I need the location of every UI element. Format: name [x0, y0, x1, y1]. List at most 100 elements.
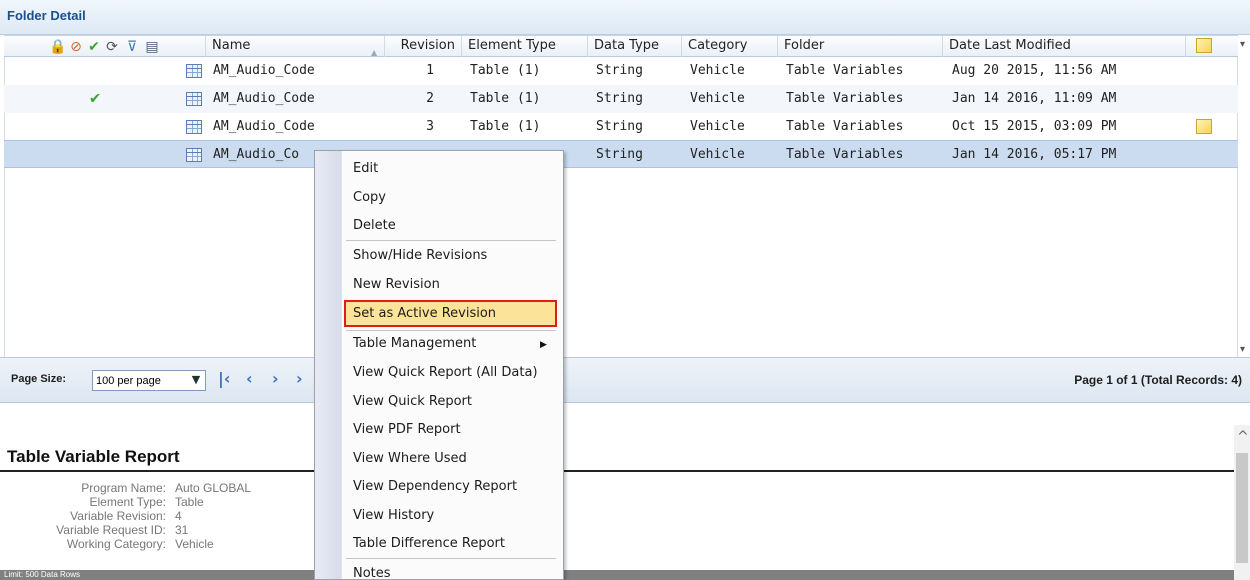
menu-item-copy[interactable]: Copy	[353, 190, 386, 205]
col-header-element-type[interactable]: Element Type	[461, 36, 587, 57]
row-element-type: Table (1)	[470, 63, 541, 78]
row-category: Vehicle	[690, 63, 745, 78]
field-value-element-type: Table	[175, 495, 204, 509]
menu-item-edit[interactable]: Edit	[353, 161, 378, 176]
row-element-type: Table (1)	[470, 91, 541, 106]
table-icon	[186, 92, 202, 106]
row-category: Vehicle	[690, 147, 745, 162]
note-icon[interactable]	[1196, 119, 1212, 134]
row-folder: Table Variables	[786, 119, 904, 134]
row-date: Oct 15 2015, 03:09 PM	[952, 119, 1117, 134]
row-name: AM_Audio_Code	[213, 91, 315, 106]
row-element-type: Table (1)	[470, 119, 541, 134]
report-field-values: Auto GLOBAL Table 4 31 Vehicle	[175, 481, 251, 551]
menu-item-view-history[interactable]: View History	[353, 508, 434, 523]
field-value-working-category: Vehicle	[175, 537, 214, 551]
row-revision: 1	[426, 63, 434, 78]
row-revision: 3	[426, 119, 434, 134]
row-name: AM_Audio_Code	[213, 63, 315, 78]
table-icon	[186, 64, 202, 78]
menu-item-view-pdf-report[interactable]: View PDF Report	[353, 422, 461, 437]
table-row[interactable]: AM_Audio_Code 3 Table (1) String Vehicle…	[4, 113, 1238, 141]
col-header-category[interactable]: Category	[681, 36, 777, 57]
pager-bar: Page Size: 100 per page ▼ |‹ ‹ › › Page …	[0, 357, 1250, 403]
field-value-program-name: Auto GLOBAL	[175, 481, 252, 495]
row-date: Aug 20 2015, 11:56 AM	[952, 63, 1117, 78]
col-header-folder[interactable]: Folder	[777, 36, 942, 57]
col-header-revision[interactable]: Revision	[384, 36, 461, 57]
menu-separator	[346, 558, 556, 559]
row-category: Vehicle	[690, 119, 745, 134]
note-header-icon	[1196, 38, 1212, 53]
last-page-icon[interactable]: ›	[296, 369, 303, 388]
columns-icon[interactable]: ▤	[144, 39, 160, 55]
col-header-data-type[interactable]: Data Type	[587, 36, 681, 57]
row-folder: Table Variables	[786, 91, 904, 106]
grid-scrollbar[interactable]: ▾ ▾	[1238, 35, 1250, 357]
refresh-icon[interactable]: ⟳	[104, 39, 120, 55]
menu-item-view-where-used[interactable]: View Where Used	[353, 451, 467, 466]
row-date: Jan 14 2016, 05:17 PM	[952, 147, 1117, 162]
active-revision-check-icon: ✔	[90, 88, 101, 108]
menu-item-view-quick-report[interactable]: View Quick Report	[353, 394, 472, 409]
menu-item-notes[interactable]: Notes	[353, 566, 391, 580]
report-scrollbar[interactable]: ^	[1234, 425, 1250, 580]
page-size-label: Page Size:	[11, 373, 67, 385]
field-label-working-category: Working Category:	[66, 537, 166, 551]
table-row[interactable]: ✔ AM_Audio_Code 2 Table (1) String Vehic…	[4, 85, 1238, 113]
limit-bar: Limit: 500 Data Rows	[0, 570, 1234, 580]
menu-item-delete[interactable]: Delete	[353, 218, 396, 233]
menu-item-set-active-revision[interactable]: Set as Active Revision	[353, 306, 496, 321]
prev-page-icon[interactable]: ‹	[246, 369, 253, 388]
menu-separator	[346, 240, 556, 241]
active-check-icon[interactable]: ✔	[86, 39, 102, 55]
table-icon	[186, 120, 202, 134]
col-header-name[interactable]: Name ▲	[205, 36, 384, 57]
col-header-notes[interactable]	[1185, 36, 1238, 57]
unlink-icon[interactable]: ⊘	[68, 39, 84, 55]
page-size-select[interactable]: 100 per page	[92, 370, 206, 391]
row-data-type: String	[596, 63, 643, 78]
row-data-type: String	[596, 91, 643, 106]
row-data-type: String	[596, 119, 643, 134]
field-label-variable-request-id: Variable Request ID:	[56, 523, 166, 537]
scroll-down-icon[interactable]: ▾	[1240, 344, 1245, 355]
col-category-label: Category	[688, 38, 748, 53]
report-divider	[0, 470, 1234, 472]
grid-header: 🔒 ⊘ ✔ ⟳ ⊽ ▤ Name ▲ Revision Element Type…	[4, 35, 1238, 57]
scroll-up-icon[interactable]: ▾	[1240, 39, 1245, 50]
lock-icon[interactable]: 🔒	[49, 39, 66, 55]
field-value-variable-revision: 4	[175, 509, 182, 523]
scroll-up-icon[interactable]: ^	[1237, 429, 1249, 445]
first-page-icon[interactable]: |‹	[218, 369, 230, 388]
col-element-type-label: Element Type	[468, 38, 556, 53]
scroll-thumb[interactable]	[1236, 453, 1248, 563]
report-title: Table Variable Report	[7, 447, 180, 466]
table-icon	[186, 148, 202, 162]
next-page-icon[interactable]: ›	[272, 369, 279, 388]
field-label-variable-revision: Variable Revision:	[70, 509, 166, 523]
col-header-date-modified[interactable]: Date Last Modified	[942, 36, 1185, 57]
col-name-label: Name	[212, 38, 251, 53]
row-revision: 2	[426, 91, 434, 106]
col-date-label: Date Last Modified	[949, 38, 1071, 53]
submenu-arrow-icon: ▶	[540, 340, 547, 350]
row-name: AM_Audio_Co	[213, 147, 300, 162]
col-data-type-label: Data Type	[594, 38, 660, 53]
menu-item-view-quick-report-all[interactable]: View Quick Report (All Data)	[353, 365, 538, 380]
panel-title: Folder Detail	[7, 8, 86, 23]
menu-item-show-hide-revisions[interactable]: Show/Hide Revisions	[353, 248, 487, 263]
menu-item-new-revision[interactable]: New Revision	[353, 277, 440, 292]
page-info: Page 1 of 1 (Total Records: 4)	[1074, 373, 1242, 387]
row-name: AM_Audio_Code	[213, 119, 315, 134]
table-row-selected[interactable]: AM_Audio_Co String Vehicle Table Variabl…	[4, 140, 1238, 168]
menu-item-table-difference-report[interactable]: Table Difference Report	[353, 536, 505, 551]
menu-item-view-dependency-report[interactable]: View Dependency Report	[353, 479, 517, 494]
folder-detail-header: Folder Detail	[0, 0, 1250, 35]
row-data-type: String	[596, 147, 643, 162]
menu-item-table-management[interactable]: Table Management	[353, 336, 476, 351]
filter-icon[interactable]: ⊽	[124, 39, 140, 55]
field-label-element-type: Element Type:	[89, 495, 167, 509]
field-label-program-name: Program Name:	[81, 481, 166, 495]
table-row[interactable]: AM_Audio_Code 1 Table (1) String Vehicle…	[4, 57, 1238, 85]
